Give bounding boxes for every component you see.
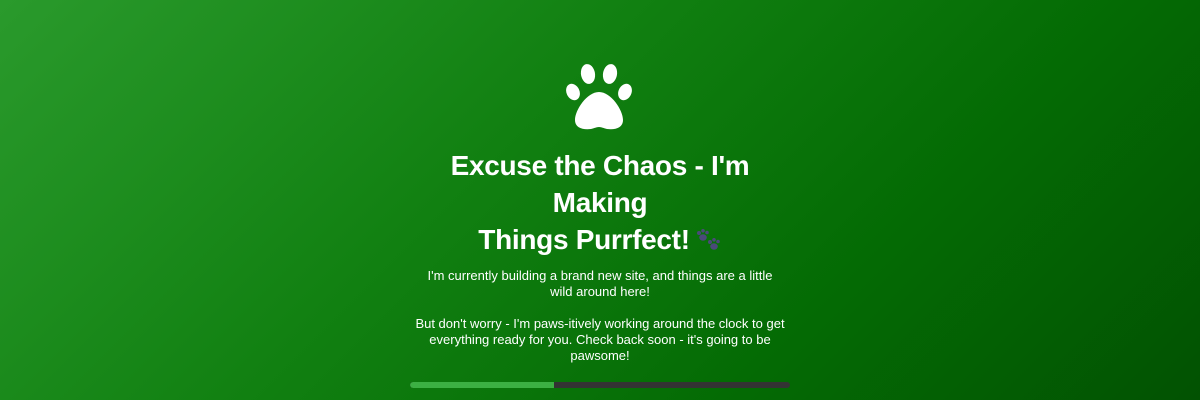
heading-line-2: Things Purrfect! [478,224,690,255]
progress-bar-fill [410,382,555,388]
page-heading: Excuse the Chaos - I'm Making Things Pur… [400,147,800,258]
heading-line-1: Excuse the Chaos - I'm Making [450,150,750,218]
info-paragraph: But don't worry - I'm paws-itively worki… [415,316,785,363]
intro-paragraph: I'm currently building a brand new site,… [427,268,773,299]
progress-bar [410,382,790,388]
paw-prints-icon [696,228,722,251]
paw-icon [565,62,635,132]
maintenance-card: Excuse the Chaos - I'm Making Things Pur… [400,62,800,388]
